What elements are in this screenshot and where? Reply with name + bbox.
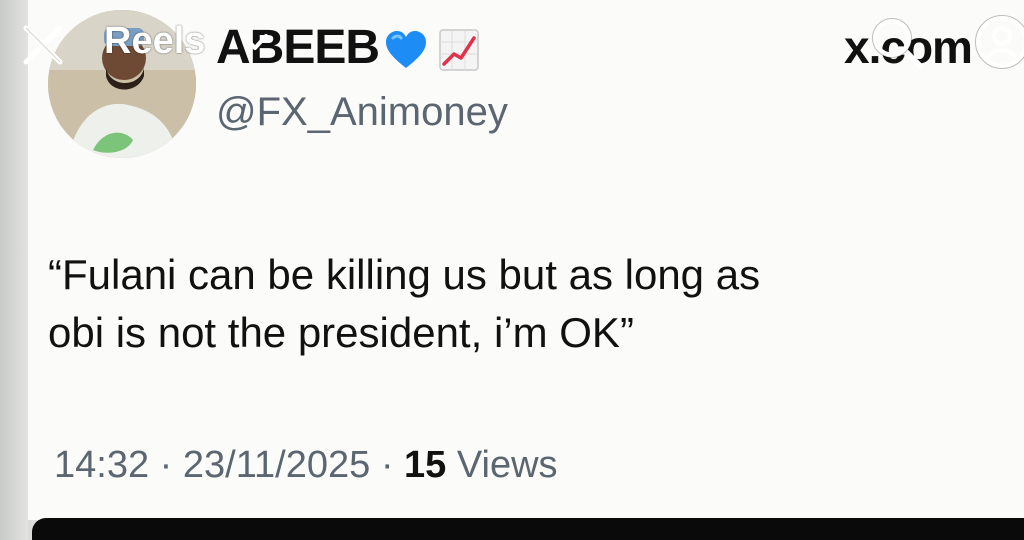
search-icon[interactable]: [866, 12, 928, 74]
tweet-text-line: obi is not the president, i’m OK”: [48, 309, 634, 356]
blue-heart-icon: [386, 31, 426, 68]
tweet-meta: 14:32 · 23/11/2025 · 15 Views: [54, 446, 558, 484]
meta-separator: ·: [380, 444, 394, 486]
profile-icon[interactable]: [972, 12, 1024, 72]
user-handle[interactable]: @FX_Animoney: [216, 92, 508, 132]
screenshot-stage: ABEEB @FX_Animoney “Fulani can be killin…: [0, 0, 1024, 540]
close-icon[interactable]: [18, 20, 68, 70]
left-edge-strip: [0, 0, 28, 540]
reels-title[interactable]: Reels: [104, 22, 205, 60]
next-post-edge: [32, 518, 1024, 540]
meta-separator: ·: [159, 444, 173, 486]
tweet-text: “Fulani can be killing us but as long as…: [48, 246, 948, 362]
views-count: 15: [404, 444, 447, 486]
tweet-date[interactable]: 23/11/2025: [183, 444, 370, 486]
tweet-time[interactable]: 14:32: [54, 444, 149, 486]
chevron-down-icon[interactable]: [240, 30, 270, 54]
chart-increasing-icon: [439, 29, 479, 71]
views-label: Views: [456, 444, 558, 486]
name-badges: [384, 24, 480, 76]
tweet-text-line: “Fulani can be killing us but as long as: [48, 251, 761, 298]
